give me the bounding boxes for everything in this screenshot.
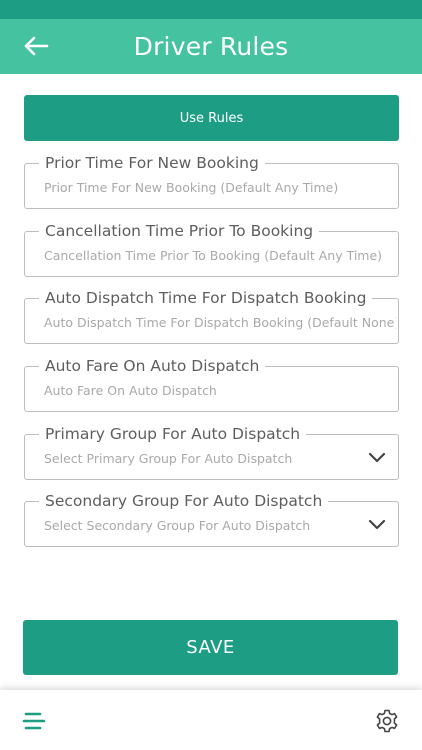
primary-group-value[interactable]: Select Primary Group For Auto Dispatch [44,451,396,467]
gear-icon [376,709,398,733]
auto-fare-field[interactable]: Auto Fare On Auto Dispatch Auto Fare On … [24,356,399,412]
field-label: Auto Fare On Auto Dispatch [39,356,266,376]
primary-group-select[interactable]: Primary Group For Auto Dispatch Select P… [24,424,399,480]
field-label: Prior Time For New Booking [39,153,265,173]
chevron-down-icon[interactable] [368,517,386,531]
field-label: Auto Dispatch Time For Dispatch Booking [39,288,373,308]
cancellation-time-field[interactable]: Cancellation Time Prior To Booking Cance… [24,221,399,277]
use-rules-button[interactable]: Use Rules [24,95,399,141]
chevron-down-icon[interactable] [368,450,386,464]
page-title: Driver Rules [133,32,289,61]
field-label: Secondary Group For Auto Dispatch [39,491,329,511]
menu-button[interactable] [22,710,46,732]
field-label: Primary Group For Auto Dispatch [39,424,307,444]
app-header: Driver Rules [0,19,422,74]
secondary-group-value[interactable]: Select Secondary Group For Auto Dispatch [44,518,396,534]
auto-dispatch-time-input[interactable]: Auto Dispatch Time For Dispatch Booking … [44,315,396,331]
status-strip [0,0,422,19]
bottom-bar [0,690,422,750]
field-label: Cancellation Time Prior To Booking [39,221,320,241]
save-button[interactable]: SAVE [23,620,398,675]
hamburger-menu-icon [22,712,46,730]
prior-time-field[interactable]: Prior Time For New Booking Prior Time Fo… [24,153,399,209]
cancellation-time-input[interactable]: Cancellation Time Prior To Booking (Defa… [44,248,396,264]
auto-dispatch-time-field[interactable]: Auto Dispatch Time For Dispatch Booking … [24,288,399,344]
prior-time-input[interactable]: Prior Time For New Booking (Default Any … [44,180,396,196]
auto-fare-input[interactable]: Auto Fare On Auto Dispatch [44,383,396,399]
secondary-group-select[interactable]: Secondary Group For Auto Dispatch Select… [24,491,399,547]
settings-button[interactable] [374,708,400,734]
